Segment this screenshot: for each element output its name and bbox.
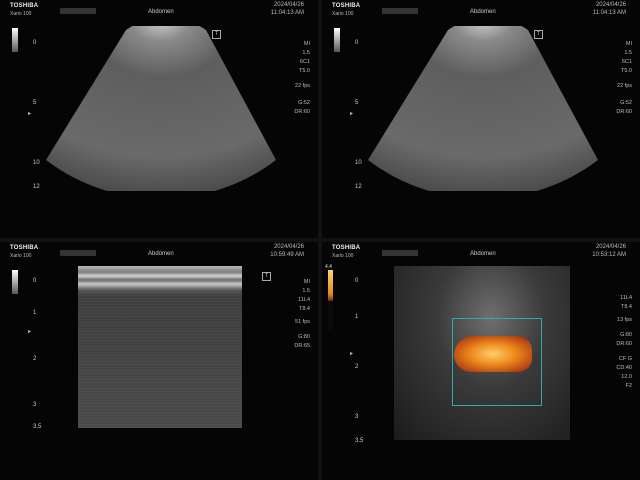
param: MI (303, 41, 310, 47)
depth-label: 3 (355, 414, 359, 420)
patient-info-redacted (382, 8, 418, 14)
panel-header: TOSHIBA Xario 100 Abdomen 2024/04/26 11:… (322, 0, 640, 20)
param: F2 (625, 383, 632, 389)
param: DR:60 (294, 109, 310, 115)
time-label: 10:59:49 AM (270, 252, 304, 258)
color-doppler-scale (328, 270, 333, 330)
param: DR:65 (294, 343, 310, 349)
param: T5.0 (620, 68, 632, 74)
exam-label: Abdomen (470, 251, 496, 257)
depth-label: 2 (33, 356, 37, 362)
focus-marker-icon: ▸ (28, 111, 32, 117)
depth-label: 1 (355, 314, 359, 320)
brand-label: TOSHIBA (10, 245, 39, 251)
ultrasound-image-linear (78, 266, 242, 428)
model-label: Xario 100 (332, 253, 354, 259)
model-label: Xario 100 (10, 253, 32, 259)
depth-label: 0 (33, 40, 37, 46)
param: CF G (618, 356, 632, 362)
horizontal-divider (0, 238, 640, 242)
date-label: 2024/04/26 (273, 244, 304, 250)
param: 22 fps (617, 83, 632, 89)
param: 1.5 (302, 288, 310, 294)
imaging-params: MI 1.5 6C1 T5.0 22 fps G:52 DR:60 (294, 40, 310, 117)
param: 1.5 (624, 50, 632, 56)
depth-label: 2 (355, 364, 359, 370)
panel-header: TOSHIBA Xario 100 Abdomen 2024/04/26 10:… (0, 242, 318, 262)
brand-label: TOSHIBA (332, 245, 361, 251)
depth-label: 0 (33, 278, 37, 284)
param: DR:60 (616, 109, 632, 115)
brand-label: TOSHIBA (332, 3, 361, 9)
param: 6C1 (299, 59, 310, 65)
model-label: Xario 100 (10, 11, 32, 17)
param: CD:40 (616, 365, 632, 371)
param: 11L4 (620, 295, 632, 301)
color-flow-signal (454, 336, 532, 372)
grayscale-bar (12, 28, 18, 52)
imaging-params: MI 1.5 6C1 T5.0 22 fps G:52 DR:60 (616, 40, 632, 117)
date-label: 2024/04/26 (595, 2, 626, 8)
exam-label: Abdomen (148, 9, 174, 15)
imaging-params: 11L4 T8.4 13 fps G:80 DR:60 CF G CD:40 1… (616, 294, 632, 391)
panel-header: TOSHIBA Xario 100 Abdomen 2024/04/26 10:… (322, 242, 640, 262)
t-marker-icon: T (262, 272, 271, 281)
grayscale-bar (334, 28, 340, 52)
param: T8.4 (298, 306, 310, 312)
param: 1.5 (302, 50, 310, 56)
focus-marker-icon: ▸ (350, 111, 354, 117)
param: 12.0 (621, 374, 632, 380)
depth-label: 10 (355, 160, 362, 166)
depth-label: 3 (33, 402, 37, 408)
depth-label: 12 (355, 184, 362, 190)
param: G:52 (298, 100, 310, 106)
param: G:52 (620, 100, 632, 106)
param: 6C1 (621, 59, 632, 65)
panel-top-left: TOSHIBA Xario 100 Abdomen 2024/04/26 11:… (0, 0, 318, 238)
focus-marker-icon: ▸ (350, 351, 354, 357)
param: G:80 (298, 334, 310, 340)
depth-label: 5 (355, 100, 359, 106)
param: T8.4 (620, 304, 632, 310)
param: MI (625, 41, 632, 47)
panel-header: TOSHIBA Xario 100 Abdomen 2024/04/26 11:… (0, 0, 318, 20)
patient-info-redacted (60, 8, 96, 14)
model-label: Xario 100 (332, 11, 354, 17)
exam-label: Abdomen (148, 251, 174, 257)
param: 11L4 (298, 297, 310, 303)
exam-label: Abdomen (470, 9, 496, 15)
depth-label: 0 (355, 278, 359, 284)
time-label: 11:04:13 AM (270, 10, 304, 16)
param: 51 fps (295, 319, 310, 325)
param: 13 fps (617, 317, 632, 323)
param: MI (303, 279, 310, 285)
date-label: 2024/04/26 (595, 244, 626, 250)
depth-label: 12 (33, 184, 40, 190)
depth-label: 10 (33, 160, 40, 166)
param: T5.0 (298, 68, 310, 74)
panel-top-right: TOSHIBA Xario 100 Abdomen 2024/04/26 11:… (322, 0, 640, 238)
patient-info-redacted (382, 250, 418, 256)
brand-label: TOSHIBA (10, 3, 39, 9)
param: G:80 (620, 332, 632, 338)
param: 22 fps (295, 83, 310, 89)
param: DR:60 (616, 341, 632, 347)
depth-label: 0 (355, 40, 359, 46)
depth-label: 1 (33, 310, 37, 316)
ultrasound-image-sector (46, 26, 276, 191)
grayscale-bar (12, 270, 18, 294)
depth-label: 5 (33, 100, 37, 106)
date-label: 2024/04/26 (273, 2, 304, 8)
imaging-params: MI 1.5 11L4 T8.4 51 fps G:80 DR:65 (294, 278, 310, 351)
time-label: 10:53:12 AM (592, 252, 626, 258)
patient-info-redacted (60, 250, 96, 256)
depth-label: 3.5 (355, 438, 364, 444)
ultrasound-image-sector (368, 26, 598, 191)
focus-marker-icon: ▸ (28, 329, 32, 335)
depth-label: 3.5 (33, 424, 42, 430)
time-label: 11:04:13 AM (592, 10, 626, 16)
